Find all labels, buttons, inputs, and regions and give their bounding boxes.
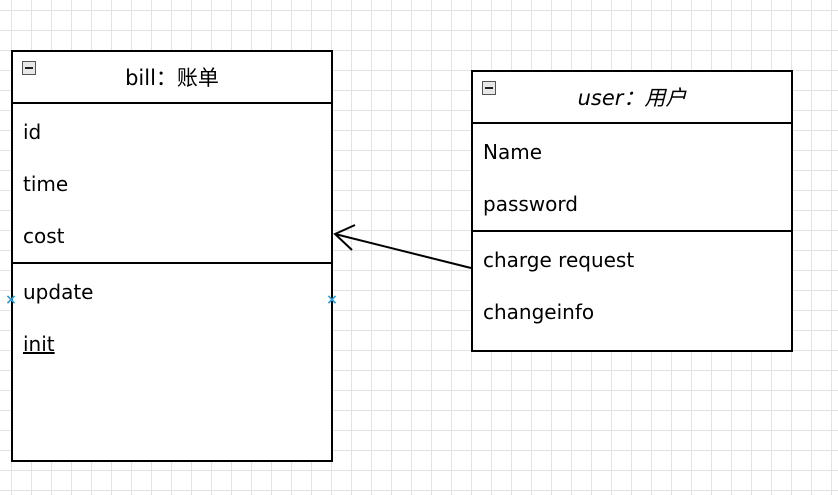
connection-point-right-icon[interactable]: ×	[325, 293, 339, 307]
association-edge[interactable]	[333, 224, 472, 269]
edge-line[interactable]	[334, 233, 472, 269]
edges-layer	[333, 224, 472, 269]
connection-point-left-icon[interactable]: ×	[4, 293, 18, 307]
